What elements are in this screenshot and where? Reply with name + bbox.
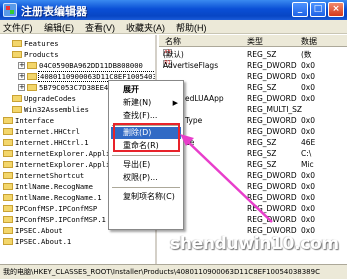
menu-view[interactable]: 查看(V) xyxy=(85,21,115,34)
expand-icon[interactable]: + xyxy=(18,83,25,91)
close-button[interactable]: × xyxy=(328,2,344,17)
folder-icon xyxy=(3,116,13,124)
list-item[interactable]: REG_DWORD 0x0 xyxy=(159,181,347,192)
folder-icon xyxy=(3,193,13,201)
tree-item[interactable]: Internet.HHCtrl xyxy=(3,126,80,137)
tree-item[interactable]: Products xyxy=(12,49,59,60)
folder-icon xyxy=(12,94,22,102)
folder-icon xyxy=(3,138,13,146)
list-item[interactable]: edLUAApp REG_DWORD 0x0 xyxy=(159,93,347,104)
folder-icon xyxy=(3,127,13,135)
tree-item[interactable]: Interface xyxy=(3,115,54,126)
list-item[interactable]: REG_SZ C:\ xyxy=(159,148,347,159)
folder-icon xyxy=(12,105,22,113)
menu-file[interactable]: 文件(F) xyxy=(3,21,33,34)
list-header: 名称 类型 数据 xyxy=(159,35,347,47)
list-item[interactable]: REG_SZ 0x0 xyxy=(159,82,347,93)
folder-icon xyxy=(27,61,37,69)
folder-icon xyxy=(3,226,13,234)
list-item[interactable]: REG_MULTI_SZ xyxy=(159,104,347,115)
tree-item[interactable]: IPSEC.About xyxy=(3,225,63,236)
tree-item[interactable]: IntlName.RecogName.1 xyxy=(3,192,102,203)
submenu-arrow-icon: ▶ xyxy=(172,99,178,107)
expand-icon[interactable]: + xyxy=(18,61,25,69)
folder-icon xyxy=(3,171,13,179)
list-item[interactable]: REG_DWORD 0x0 xyxy=(159,170,347,181)
folder-icon xyxy=(3,204,13,212)
regedit-app-icon xyxy=(3,3,17,17)
list-item[interactable]: REG_DWORD 0x0 xyxy=(159,214,347,225)
tree-item[interactable]: IPConfMSP.IPConfMSP xyxy=(3,203,97,214)
folder-icon xyxy=(12,50,22,58)
tree-item[interactable]: +04C0590BA962DD11DB808000 xyxy=(18,60,143,71)
folder-icon xyxy=(3,182,13,190)
menu-separator xyxy=(112,187,180,188)
tree-item[interactable]: IPSEC.About.1 xyxy=(3,236,71,247)
tree-item[interactable]: Features xyxy=(12,38,59,49)
list-item[interactable]: REG_DWORD 0x0 xyxy=(159,203,347,214)
folder-open-icon xyxy=(27,72,37,80)
title-bar[interactable]: 注册表编辑器 _ □ × xyxy=(0,0,347,20)
tree-item[interactable]: IntlName.RecogName xyxy=(3,181,93,192)
menu-item-new[interactable]: 新建(N) ▶ xyxy=(111,97,181,109)
context-menu: 展开 新建(N) ▶ 查找(F)... 删除(D) 重命名(R) 导出(E) 权限… xyxy=(108,80,184,230)
menu-help[interactable]: 帮助(H) xyxy=(176,21,207,34)
folder-icon xyxy=(3,237,13,245)
menu-separator xyxy=(112,155,180,156)
menu-item-expand[interactable]: 展开 xyxy=(111,84,181,96)
menu-item-copy-key-name[interactable]: 复制项名称(C) xyxy=(111,191,181,203)
list-item[interactable]: 01 AdvertiseFlags REG_DWORD 0x0 xyxy=(159,60,347,71)
column-data[interactable]: 数据 xyxy=(301,36,317,47)
menu-bar: 文件(F) 编辑(E) 查看(V) 收藏夹(A) 帮助(H) xyxy=(0,20,347,34)
list-item[interactable]: ab (默认) REG_SZ (数 xyxy=(159,49,347,60)
folder-icon xyxy=(12,39,22,47)
list-item[interactable]: REG_DWORD 0x0 xyxy=(159,126,347,137)
status-bar-path: 我的电脑\HKEY_CLASSES_ROOT\Installer\Product… xyxy=(0,264,347,279)
values-list[interactable]: 名称 类型 数据 ab (默认) REG_SZ (数 01 AdvertiseFlags… xyxy=(159,35,347,264)
menu-item-find[interactable]: 查找(F)... xyxy=(111,110,181,122)
menu-item-export[interactable]: 导出(E) xyxy=(111,159,181,171)
column-name[interactable]: 名称 xyxy=(165,36,181,47)
list-item[interactable]: REG_DWORD 0x0 xyxy=(159,192,347,203)
folder-icon xyxy=(27,83,37,91)
expand-icon[interactable]: + xyxy=(18,72,25,80)
tree-item[interactable]: Win32Assemblies xyxy=(12,104,89,115)
menu-favorites[interactable]: 收藏夹(A) xyxy=(126,21,165,34)
folder-icon xyxy=(3,149,13,157)
list-item[interactable]: Type REG_DWORD 0x0 xyxy=(159,115,347,126)
tree-item[interactable]: Internet.HHCtrl.1 xyxy=(3,137,89,148)
list-item[interactable]: REG_SZ Mic xyxy=(159,159,347,170)
folder-icon xyxy=(3,215,13,223)
folder-icon xyxy=(3,160,13,168)
list-item[interactable]: de REG_SZ 46E xyxy=(159,137,347,148)
maximize-button[interactable]: □ xyxy=(310,2,326,17)
tree-item[interactable]: UpgradeCodes xyxy=(12,93,76,104)
window-title: 注册表编辑器 xyxy=(21,6,87,18)
watermark: shenduwin10.com xyxy=(170,234,339,254)
column-type[interactable]: 类型 xyxy=(247,36,263,47)
highlight-box xyxy=(113,123,180,152)
menu-item-permissions[interactable]: 权限(P)... xyxy=(111,172,181,184)
tree-item[interactable]: IPConfMSP.IPConfMSP.1 xyxy=(3,214,106,225)
tree-item[interactable]: InternetShortcut xyxy=(3,170,84,181)
list-item[interactable]: REG_DWORD 0x0 xyxy=(159,71,347,82)
menu-edit[interactable]: 编辑(E) xyxy=(44,21,74,34)
minimize-button[interactable]: _ xyxy=(292,2,308,17)
